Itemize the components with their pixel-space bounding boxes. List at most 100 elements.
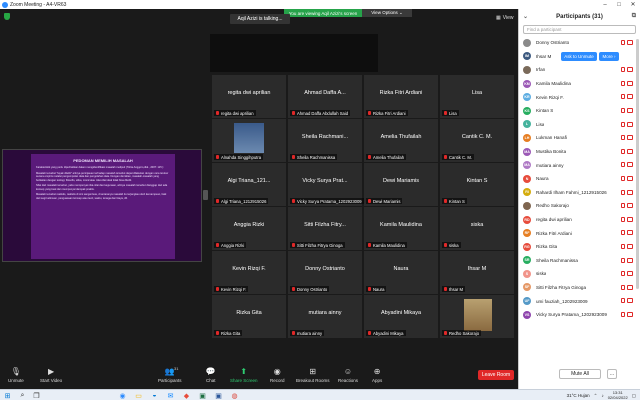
volume-icon[interactable]: ♪ (601, 393, 603, 398)
more-options-button[interactable]: ... (607, 369, 617, 379)
participant-tile[interactable]: Ihsar M Ihsar M (440, 251, 514, 294)
participant-row[interactable]: Ssiska (519, 267, 635, 281)
participant-row[interactable]: RF Rizka Fitri Ardiani (519, 226, 635, 240)
participant-list-scrollbar[interactable] (636, 39, 639, 289)
video-off-icon (627, 135, 633, 141)
avatar (523, 38, 531, 47)
participant-tile[interactable]: Sitti Filzha Fitry... Sitti Filzha Fitrya… (288, 207, 362, 250)
participant-row[interactable]: N Naura (519, 172, 635, 186)
participant-tile[interactable]: Redho Sakorajo (440, 295, 514, 338)
participant-tile[interactable]: Rizka Gita Rizka Gita (212, 295, 286, 338)
participant-status-icons (621, 284, 633, 290)
weather-readout[interactable]: 31°C Hujan (567, 393, 590, 398)
participant-tile[interactable]: Rizka Fitri Ardiani Rizka Fitri Ardiani (364, 75, 438, 118)
reactions-button[interactable]: ☺ Reactions (338, 367, 358, 383)
chrome-icon[interactable]: ◍ (230, 391, 239, 400)
participant-row[interactable]: RG Rizka Gita (519, 240, 635, 254)
participant-tile[interactable]: Naura Naura (364, 251, 438, 294)
minimize-icon[interactable]: – (598, 0, 612, 9)
participant-row[interactable]: KR Kevin Rizqi F. (519, 90, 635, 104)
participant-tile[interactable]: Algi Triana_121... Algi Triana_1212915026 (212, 163, 286, 206)
ask-to-unmute-button[interactable]: Ask to Unmute (561, 51, 597, 61)
participant-tile[interactable]: Lisa Lisa (440, 75, 514, 118)
participant-row[interactable]: LH Lukman Hanafi (519, 131, 635, 145)
search-icon[interactable]: ⌕ (18, 391, 27, 400)
network-icon[interactable]: ⌃ (594, 393, 598, 399)
participant-row[interactable]: MA Mustika Bonita (519, 145, 635, 159)
notification-icon[interactable]: ▢ (632, 393, 636, 399)
edge-browser-icon[interactable]: ◒ (150, 391, 159, 400)
participant-row[interactable]: RD regita dwi aprilian (519, 213, 635, 227)
excel-icon[interactable]: ▣ (198, 391, 207, 400)
participant-status-icons (621, 203, 633, 209)
microphone-muted-icon (216, 331, 219, 335)
leave-room-button[interactable]: Leave Room (478, 370, 514, 380)
collapse-chevron-icon[interactable]: ⌄ (523, 13, 528, 20)
participant-tile[interactable]: Cantik C. M. Cantik C. M. (440, 119, 514, 162)
view-button[interactable]: ▦ View (496, 15, 513, 21)
tile-label: siska (449, 242, 459, 248)
participant-tile[interactable]: Kamila Maulidina Kamila Maulidina (364, 207, 438, 250)
participant-tile[interactable]: Abyadini Mikaya Abyadini Mikaya (364, 295, 438, 338)
close-icon[interactable]: ✕ (626, 0, 640, 9)
share-screen-button[interactable]: ⬆ Share Screen (230, 367, 258, 383)
slide-paragraph: Masalah tersebut "layak diteliti" artiny… (36, 171, 169, 182)
participant-name: Kintan S (536, 108, 554, 114)
maximize-icon[interactable]: □ (612, 0, 626, 9)
participant-tile[interactable]: Vicky Surya Prat... Vicky Surya Pratama_1… (288, 163, 364, 206)
participant-row[interactable]: Redho Sakorajo (519, 199, 635, 213)
participant-row[interactable]: SF Sitti Filzha Fitrya Ginoga (519, 281, 635, 295)
security-shield-icon[interactable] (4, 13, 10, 20)
chat-button[interactable]: 💬 Chat (206, 367, 216, 383)
participant-row[interactable]: Irfan (519, 63, 635, 77)
more-button[interactable]: More › (599, 51, 619, 61)
zoom-taskbar-icon[interactable]: ◉ (118, 391, 127, 400)
participant-row[interactable]: SR Sheila Rachmanissa (519, 254, 635, 268)
participant-tile[interactable]: Kintan S Kintan S (440, 163, 514, 206)
participant-tile[interactable]: Sheila Rachmani... Sheila Rachmanissa (288, 119, 362, 162)
tile-footer: Kintan S (442, 198, 467, 204)
store-icon[interactable]: ◆ (182, 391, 191, 400)
participants-button[interactable]: 👥 31 Participants (158, 366, 182, 383)
participant-tile[interactable]: Donny Ostrianto Donny Ostrianto (288, 251, 362, 294)
participant-search-input[interactable]: Find a participant (523, 25, 636, 34)
breakout-rooms-button[interactable]: ⊞ Breakout Rooms (296, 367, 330, 383)
participant-row[interactable]: L Lisa (519, 118, 635, 132)
mute-all-button[interactable]: Mute All (559, 369, 601, 379)
tile-label: Rizka Fitri Ardiani (373, 110, 406, 116)
unmute-button[interactable]: 🎙 Unmute (8, 367, 24, 383)
avatar: S (523, 269, 531, 278)
participant-tile[interactable]: Kevin Rizqi F. Kevin Rizqi F. (212, 251, 286, 294)
participant-tile[interactable]: Ahmad Daffa A... Ahmad Daffa Abdullah Sai… (288, 75, 362, 118)
start-video-button[interactable]: ▶ Start Video (40, 367, 62, 383)
participant-tile[interactable]: Alnahda Singgihputra (212, 119, 286, 162)
participant-row[interactable]: KM Kamila Maulidina (519, 77, 635, 91)
participant-row[interactable]: Donny Ostrianto (519, 36, 635, 50)
participant-tile[interactable]: mutiara ainny mutiara ainny (288, 295, 362, 338)
popout-icon[interactable]: ⧉ (632, 13, 636, 20)
apps-button[interactable]: ⊕ Apps (372, 367, 382, 383)
view-options-button[interactable]: View Options ⌄ (362, 9, 412, 17)
tile-name: siska (470, 222, 484, 228)
participant-tile[interactable]: Anggia Rizki Anggia Rizki (212, 207, 286, 250)
file-explorer-icon[interactable]: ▭ (134, 391, 143, 400)
clock[interactable]: 13:31 02/04/2022 (608, 390, 628, 400)
participant-row[interactable]: VS Vicky Surya Pratama_1202923009 (519, 308, 635, 322)
word-icon[interactable]: ▣ (214, 391, 223, 400)
participant-row[interactable]: KS Kintan S (519, 104, 635, 118)
mail-icon[interactable]: ✉ (166, 391, 175, 400)
windows-start-icon[interactable]: ⊞ (3, 391, 12, 400)
task-view-icon[interactable]: ❐ (32, 391, 41, 400)
previous-page-arrow[interactable] (203, 190, 208, 200)
participant-tile[interactable]: siska siska (440, 207, 514, 250)
participant-row[interactable]: IM Ihsar M Ask to Unmute More › (519, 50, 635, 64)
tile-footer: Sitti Filzha Fitrya Ginoga (290, 242, 345, 248)
participant-tile[interactable]: regita dwi aprilian regita dwi aprilian (212, 75, 286, 118)
participant-tile[interactable]: Dewi Mariamis Dewi Mariamis (364, 163, 438, 206)
participant-row[interactable]: UF umi fauziah_1202923009 (519, 294, 635, 308)
participant-row[interactable]: MA mutiara ainny (519, 158, 635, 172)
participant-row[interactable]: RI Rahardi Ilham Fahmi_1212915026 (519, 186, 635, 200)
microphone-muted-icon (621, 40, 625, 45)
participant-tile[interactable]: Amelia Thufailah Amelia Thufailah (364, 119, 438, 162)
record-button[interactable]: ◉ Record (270, 367, 285, 383)
